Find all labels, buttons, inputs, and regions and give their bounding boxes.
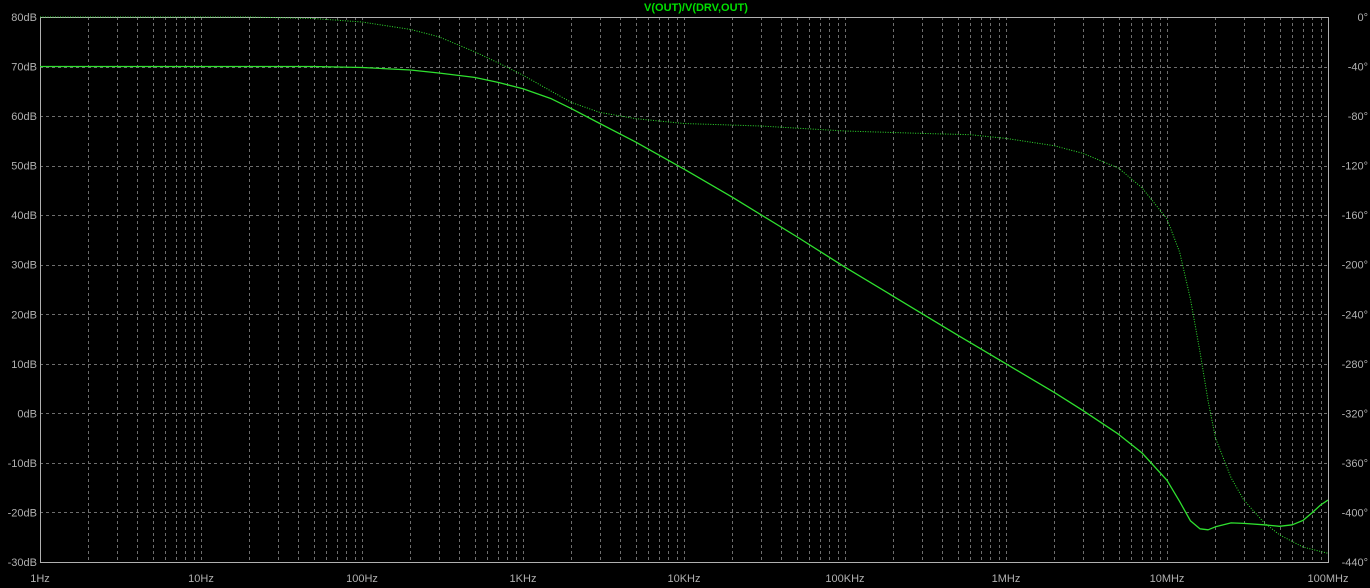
left-tick-label: 20dB [11,309,37,321]
right-tick-label: -400° [1342,507,1368,519]
right-tick-label: -240° [1342,309,1368,321]
right-tick-label: -160° [1342,210,1368,222]
x-tick-label: 1MHz [992,573,1021,585]
x-tick-label: 1KHz [510,573,537,585]
x-tick-label: 100KHz [825,573,864,585]
right-tick-label: -440° [1342,557,1368,569]
left-tick-label: 70dB [11,62,37,74]
x-tick-label: 10KHz [667,573,700,585]
x-tick-label: 100Hz [346,573,378,585]
left-tick-label: 0dB [17,408,37,420]
left-tick-label: -20dB [8,507,37,519]
right-tick-label: -40° [1348,62,1368,74]
left-tick-label: 60dB [11,111,37,123]
left-tick-label: 50dB [11,161,37,173]
x-tick-label: 100MHz [1308,573,1349,585]
right-tick-label: 0° [1357,12,1368,24]
left-tick-label: 80dB [11,12,37,24]
x-tick-label: 10MHz [1150,573,1185,585]
x-tick-label: 1Hz [30,573,50,585]
left-tick-label: 40dB [11,210,37,222]
right-tick-label: -280° [1342,359,1368,371]
left-tick-label: -30dB [8,557,37,569]
left-tick-label: 30dB [11,260,37,272]
right-tick-label: -320° [1342,408,1368,420]
right-tick-label: -120° [1342,161,1368,173]
right-tick-label: -200° [1342,260,1368,272]
right-tick-label: -80° [1348,111,1368,123]
right-tick-label: -360° [1342,458,1368,470]
bode-plot: V(OUT)/V(DRV,OUT) 1Hz 10Hz 100Hz 1KHz 10KHz 1… [0,0,1370,588]
left-tick-label: 10dB [11,359,37,371]
chart-title: V(OUT)/V(DRV,OUT) [644,2,748,14]
left-tick-label: -10dB [8,458,37,470]
x-tick-label: 10Hz [188,573,214,585]
